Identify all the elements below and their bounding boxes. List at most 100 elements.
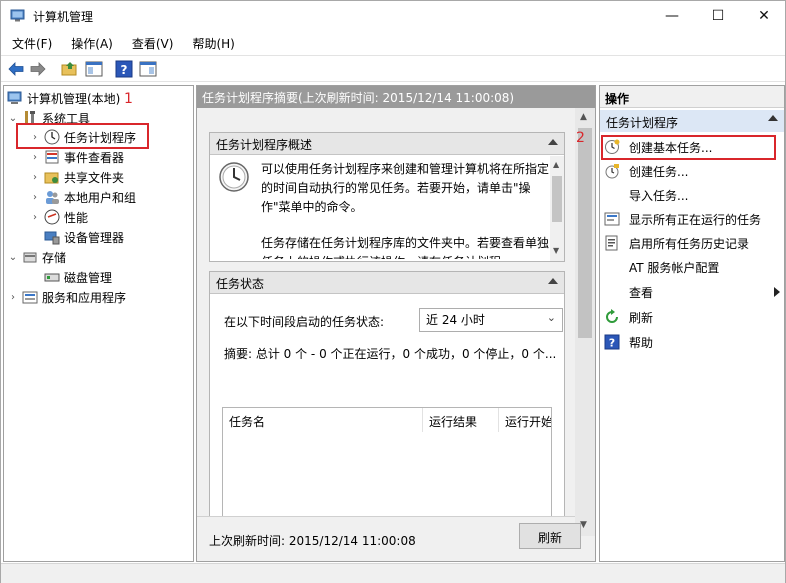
action-enable-history[interactable]: 启用所有任务历史记录 xyxy=(604,232,782,254)
actions-subtitle-label: 任务计划程序 xyxy=(606,116,679,130)
tree-label-services-apps: 服务和应用程序 xyxy=(42,290,127,305)
performance-icon xyxy=(44,209,60,225)
action-label: 导入任务... xyxy=(629,188,689,203)
help-icon[interactable]: ? xyxy=(115,60,133,78)
column-header-run-start[interactable]: 运行开始时 xyxy=(499,408,551,432)
computer-management-icon xyxy=(10,9,25,22)
overview-section-header[interactable]: 任务计划程序概述 xyxy=(210,133,564,155)
tree-item-local-users[interactable]: › 本地用户和组 xyxy=(30,187,136,207)
collapse-up-icon[interactable] xyxy=(768,115,778,121)
column-header-task-name[interactable]: 任务名 xyxy=(223,408,423,432)
tree-label-disk-management: 磁盘管理 xyxy=(64,270,113,285)
computer-management-window: 计算机管理 — ☐ ✕ 文件(F) 操作(A) 查看(V) 帮助(H) ? 计算… xyxy=(0,0,786,583)
chevron-right-icon[interactable]: › xyxy=(30,192,40,203)
chevron-down-icon[interactable]: ⌄ xyxy=(8,252,18,263)
last-refresh-time: 上次刷新时间: 2015/12/14 11:00:08 xyxy=(209,534,416,548)
actions-title: 操作 xyxy=(600,86,784,108)
tree-item-disk-management[interactable]: 磁盘管理 xyxy=(44,267,112,287)
tree-label-root: 计算机管理(本地) xyxy=(27,91,121,106)
tree-label-shared-folders: 共享文件夹 xyxy=(64,170,125,185)
summary-scrollbar[interactable]: ▲ ▼ xyxy=(575,108,595,536)
status-summary: 摘要: 总计 0 个 - 0 个正在运行，0 个成功，0 个停止，0 个... xyxy=(224,347,557,361)
action-label: 启用所有任务历史记录 xyxy=(629,236,750,251)
tree-item-shared-folders[interactable]: › 共享文件夹 xyxy=(30,167,124,187)
show-hide-action-pane-icon[interactable] xyxy=(139,60,157,78)
summary-footer: 上次刷新时间: 2015/12/14 11:00:08 刷新 xyxy=(197,516,581,561)
maximize-button[interactable]: ☐ xyxy=(695,1,741,31)
chevron-right-icon[interactable]: › xyxy=(30,152,40,163)
tree-item-root[interactable]: 计算机管理(本地) xyxy=(7,88,120,108)
scroll-thumb[interactable] xyxy=(552,176,562,222)
navigation-tree: 计算机管理(本地) ⌄ 系统工具 › 任务计划程序 › 事件查看器 › 共享文件… xyxy=(3,85,194,562)
action-label: 创建任务... xyxy=(629,164,689,179)
chevron-down-icon[interactable]: ⌄ xyxy=(8,113,18,124)
back-arrow-icon[interactable] xyxy=(7,60,25,78)
action-view[interactable]: 查看 xyxy=(604,281,782,303)
summary-pane: 任务计划程序摘要(上次刷新时间: 2015/12/14 11:00:08) 任务… xyxy=(196,85,596,562)
action-label: 刷新 xyxy=(629,310,654,325)
tree-item-storage[interactable]: ⌄ 存储 xyxy=(8,247,66,267)
status-bar xyxy=(1,563,785,583)
actions-subtitle[interactable]: 任务计划程序 xyxy=(600,110,784,132)
minimize-button[interactable]: — xyxy=(649,1,695,31)
blank-icon xyxy=(604,284,620,300)
collapse-up-icon[interactable] xyxy=(548,139,558,145)
overview-title: 任务计划程序概述 xyxy=(216,138,313,152)
chevron-right-icon[interactable]: › xyxy=(30,212,40,223)
scroll-thumb[interactable] xyxy=(578,128,592,338)
menu-view[interactable]: 查看(V) xyxy=(121,31,182,55)
chevron-right-icon[interactable]: › xyxy=(30,172,40,183)
history-icon xyxy=(605,235,618,251)
action-help[interactable]: ? 帮助 xyxy=(604,331,782,353)
overview-paragraph-1: 可以使用任务计划程序来创建和管理计算机将在所指定的时间自动执行的常见任务。若要开… xyxy=(261,162,550,214)
storage-icon xyxy=(23,252,37,263)
submenu-arrow-icon xyxy=(774,287,780,297)
up-folder-icon[interactable] xyxy=(61,60,79,78)
action-import-task[interactable]: 导入任务... xyxy=(604,184,782,206)
close-button[interactable]: ✕ xyxy=(741,1,786,31)
device-manager-icon xyxy=(44,231,60,245)
action-show-running[interactable]: 显示所有正在运行的任务 xyxy=(604,208,782,230)
annotation-box-1 xyxy=(16,123,149,149)
tree-item-device-manager[interactable]: 设备管理器 xyxy=(44,227,124,247)
tree-item-services-apps[interactable]: › 服务和应用程序 xyxy=(8,287,126,307)
users-icon xyxy=(46,191,59,204)
action-create-task[interactable]: 创建任务... xyxy=(604,160,782,182)
menu-help[interactable]: 帮助(H) xyxy=(181,31,242,55)
toolbar: ? xyxy=(1,55,785,82)
menu-bar: 文件(F) 操作(A) 查看(V) 帮助(H) xyxy=(1,31,785,55)
tree-item-performance[interactable]: › 性能 xyxy=(30,207,88,227)
menu-file[interactable]: 文件(F) xyxy=(1,31,60,55)
blank-icon xyxy=(604,259,620,275)
event-viewer-icon xyxy=(45,150,59,164)
scroll-up-icon[interactable]: ▲ xyxy=(580,112,587,122)
overview-scrollbar[interactable]: ▲ ▼ xyxy=(550,156,564,261)
overview-section: 任务计划程序概述 可以使用任务计划程序来创建和管理计算机将在所指定的时间自动执行… xyxy=(209,132,565,262)
tree-label-device-manager: 设备管理器 xyxy=(64,230,125,245)
status-section-header[interactable]: 任务状态 xyxy=(210,272,564,294)
window-title: 计算机管理 xyxy=(33,10,94,24)
annotation-box-2 xyxy=(601,135,776,160)
chevron-right-icon[interactable]: › xyxy=(8,292,18,303)
action-refresh[interactable]: 刷新 xyxy=(604,306,782,328)
column-header-run-result[interactable]: 运行结果 xyxy=(423,408,499,432)
help-icon: ? xyxy=(604,334,620,350)
action-label: 显示所有正在运行的任务 xyxy=(629,212,762,227)
forward-arrow-icon[interactable] xyxy=(29,60,47,78)
menu-action[interactable]: 操作(A) xyxy=(60,31,121,55)
tree-label-event-viewer: 事件查看器 xyxy=(64,150,125,165)
overview-paragraph-2: 任务存储在任务计划程序库的文件夹中。若要查看单独任务上的操作或执行该操作，请在任… xyxy=(261,236,550,259)
action-label: AT 服务帐户配置 xyxy=(629,260,720,275)
scroll-up-icon[interactable]: ▲ xyxy=(553,160,559,169)
collapse-up-icon[interactable] xyxy=(548,278,558,284)
action-label: 帮助 xyxy=(629,335,654,350)
clock-icon xyxy=(219,162,249,192)
show-hide-tree-icon[interactable] xyxy=(85,60,103,78)
title-bar: 计算机管理 — ☐ ✕ xyxy=(1,1,785,31)
action-at-service-config[interactable]: AT 服务帐户配置 xyxy=(604,256,782,278)
refresh-button[interactable]: 刷新 xyxy=(519,523,581,549)
scroll-down-icon[interactable]: ▼ xyxy=(580,520,587,530)
status-period-combo[interactable]: 近 24 小时 ⌄ xyxy=(419,308,563,332)
scroll-down-icon[interactable]: ▼ xyxy=(553,246,559,255)
tree-item-event-viewer[interactable]: › 事件查看器 xyxy=(30,147,124,167)
